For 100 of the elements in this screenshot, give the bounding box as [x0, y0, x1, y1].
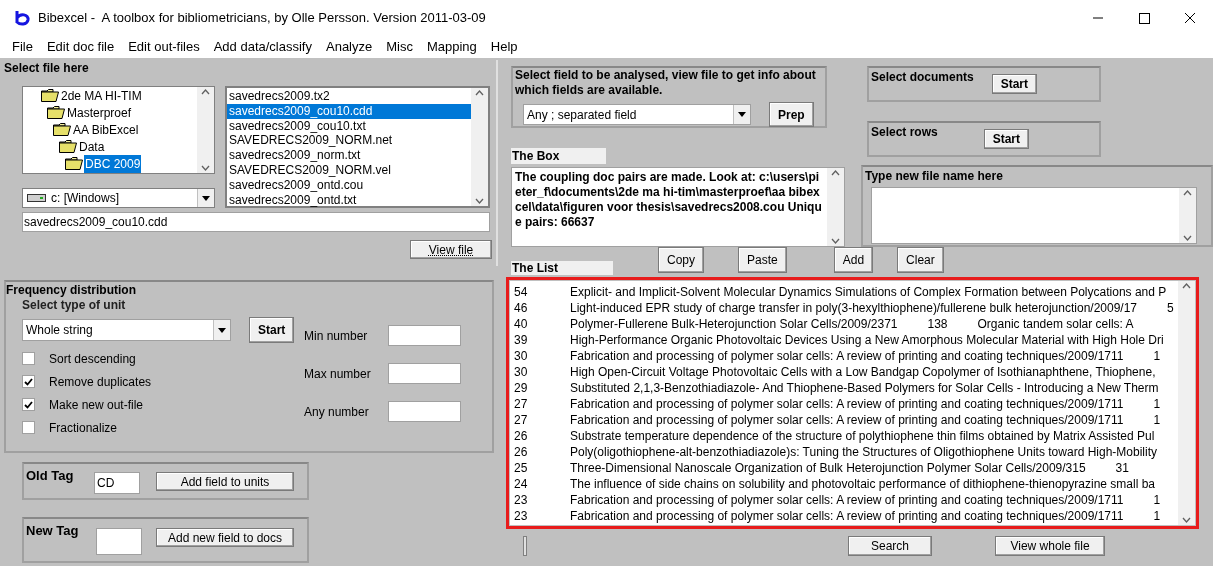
group-label: Old Tag — [26, 467, 75, 485]
view-file-button[interactable]: View file — [410, 240, 492, 259]
title-cell-text: The influence of side chains on solubility and photovoltaic performance of dithiophene-thienopyrazine small ba — [570, 476, 1156, 493]
search-button[interactable]: Search — [848, 536, 932, 556]
menu-item[interactable]: File — [12, 37, 33, 57]
number-field[interactable] — [388, 325, 461, 346]
start-button[interactable]: Start — [983, 129, 1029, 149]
checkmark-icon — [24, 377, 33, 386]
view-whole-file-button[interactable]: View whole file — [995, 536, 1105, 556]
drive-dropdown[interactable]: c: [Windows] — [22, 188, 215, 208]
start-button[interactable]: Start — [991, 74, 1037, 94]
menu-item[interactable]: Edit out-files — [128, 37, 200, 57]
checkbox[interactable] — [22, 375, 35, 388]
folder-item[interactable]: Data — [78, 137, 106, 156]
window-title: Bibexcel - A toolbox for bibliometricians, by Olle Persson. Version 2011-03-09 — [38, 9, 486, 28]
scroll-up-icon — [831, 170, 840, 176]
menu-item[interactable]: Mapping — [426, 37, 477, 57]
list-cell-text: 138 — [927, 316, 948, 333]
folder-icon — [47, 106, 65, 119]
scrollbar[interactable] — [1178, 281, 1195, 525]
dropdown-button[interactable] — [197, 189, 214, 207]
scroll-down-icon — [831, 238, 840, 244]
group-label: New Tag — [26, 522, 80, 540]
folder-item[interactable]: Masterproef — [66, 103, 133, 122]
menu-item[interactable]: Misc — [386, 37, 413, 57]
caret-icon — [738, 112, 746, 117]
unit-label: Select type of unit — [22, 298, 127, 313]
title-cell-text: Fabrication and processing of polymer solar cells: A review of printing and coating techniques/2009/1711 — [570, 508, 1124, 525]
folder-item[interactable]: AA BibExcel — [72, 120, 140, 139]
drive-value: c: [Windows] — [51, 190, 120, 207]
menu-item[interactable]: Analyze — [326, 37, 373, 57]
scroll-up-icon — [201, 89, 210, 95]
number-label: Min number — [304, 327, 369, 345]
add-new-field-button[interactable]: Add new field to docs — [156, 528, 294, 547]
add-field-button[interactable]: Add field to units — [156, 472, 294, 491]
box-text: The coupling doc pairs are made. Look at: c:\users\pieter_f\documents\2de ma hi-tim\masterproef\aa bibexcel\data\figuren voor thesis\savedrecs2008.cou Unique pairs: 66637 — [514, 169, 823, 231]
count-cell-text: 39 — [513, 332, 529, 349]
unit-dropdown[interactable]: Whole string — [22, 319, 231, 341]
folder-item[interactable]: 2de MA HI-TIM — [60, 87, 143, 105]
new-tag-field[interactable] — [96, 528, 142, 555]
filename-item[interactable]: savedrecs2009_cou10.txt — [227, 118, 471, 134]
filename-item[interactable]: savedrecs2009_ontd.cou — [227, 177, 471, 193]
checkbox[interactable] — [22, 398, 35, 411]
list-action-button[interactable]: Clear — [897, 247, 944, 273]
list-cell-text: 31 — [1115, 460, 1129, 477]
menu-item[interactable]: Edit doc file — [46, 37, 115, 57]
folder-item[interactable]: DBC 2009 — [84, 154, 142, 173]
start-button[interactable]: Start — [249, 317, 295, 343]
scrollbar[interactable] — [1179, 188, 1196, 243]
filename-item[interactable]: savedrecs2009_norm.txt — [227, 148, 471, 163]
scrollbar[interactable] — [827, 168, 844, 246]
count-cell-text: 26 — [513, 428, 529, 445]
title-cell-text: Light-induced EPR study of charge transfer in poly(3-hexylthiophene)/fullerene bulk heterojunction/2009/17 — [570, 300, 1138, 317]
resize-handle[interactable] — [523, 536, 527, 556]
box-text-area[interactable]: The coupling doc pairs are made. Look at: c:\users\pieter_f\documents\2de ma hi-tim\masterproef\aa bibexcel\data\figuren voor thesis\savedrecs2008.cou Unique pairs: 66637 — [511, 167, 845, 247]
dropdown-button[interactable] — [733, 105, 750, 124]
title-cell-text: Substrate temperature dependence of the structure of polythiophene thin films obtained by Matrix Assisted Pul — [570, 428, 1155, 445]
scrollbar[interactable] — [197, 87, 214, 173]
checkbox-label: Fractionalize — [49, 419, 118, 437]
list-action-button[interactable]: Copy — [658, 247, 704, 273]
caret-icon — [202, 195, 210, 201]
field-dropdown[interactable]: Any ; separated field — [523, 104, 751, 125]
count-cell-text: 29 — [513, 380, 529, 397]
unit-value: Whole string — [25, 322, 94, 339]
filename-item[interactable]: savedrecs2009.tx2 — [227, 89, 471, 104]
group-label: Select documents — [871, 69, 974, 86]
count-cell-text: 24 — [513, 476, 529, 493]
filename-field[interactable]: savedrecs2009_cou10.cdd — [22, 212, 490, 232]
list-action-button[interactable]: Add — [833, 247, 874, 273]
filename-item[interactable]: SAVEDRECS2009_NORM.net — [227, 133, 471, 149]
title-cell-text: Fabrication and processing of polymer solar cells: A review of printing and coating techniques/2009/1711 — [570, 348, 1124, 365]
count-cell-text: 25 — [513, 460, 529, 477]
filename-item[interactable]: savedrecs2009_ontd.txt — [227, 192, 471, 208]
title-cell-text: Substituted 2,1,3-Benzothiadiazole- And Thiophene-Based Polymers for Solar Cells - Introducing a New Therm — [570, 380, 1159, 397]
filename-item[interactable]: SAVEDRECS2009_NORM.vel — [227, 163, 471, 178]
panel-title: Frequency distribution — [6, 283, 137, 298]
scrollbar[interactable] — [471, 88, 488, 206]
filename-item[interactable]: savedrecs2009_cou10.cdd — [227, 103, 471, 119]
title-cell-text: Poly(oligothiophene-alt-benzothiadiazole)s: Tuning the Structures of Oligothiophene Units toward High-Mobility — [570, 444, 1157, 461]
new-file-field[interactable] — [871, 187, 1197, 244]
old-tag-field[interactable]: CD — [94, 472, 140, 494]
title-cell-text: Three-Dimensional Nanoscale Organization of Bulk Heterojunction Polymer Solar Cells/2009/315 — [570, 460, 1086, 477]
list-title: The List — [511, 261, 613, 275]
folder-icon — [41, 89, 59, 102]
checkbox[interactable] — [22, 352, 35, 365]
count-cell-text: 54 — [513, 284, 529, 301]
group-label: Select rows — [871, 124, 938, 141]
title-cell-text: High Open-Circuit Voltage Photovoltaic Cells with a Low Bandgap Copolymer of Isothianaphthene, Thiophene, — [570, 364, 1156, 381]
number-field[interactable] — [388, 401, 461, 422]
number-field[interactable] — [388, 363, 461, 384]
menu-item[interactable]: Help — [490, 37, 518, 57]
list-action-button[interactable]: Paste — [738, 247, 787, 273]
title-cell-text: Polymer-Fullerene Bulk-Heterojunction Solar Cells/2009/2371 — [570, 316, 898, 333]
folder-icon — [59, 140, 77, 153]
dropdown-button[interactable] — [213, 320, 230, 340]
count-cell-text: 23 — [513, 492, 529, 509]
menu-item[interactable]: Add data/classify — [213, 37, 312, 57]
list-cell-text: 1 — [1153, 508, 1161, 525]
checkbox[interactable] — [22, 421, 35, 434]
prep-button[interactable]: Prep — [769, 102, 814, 127]
